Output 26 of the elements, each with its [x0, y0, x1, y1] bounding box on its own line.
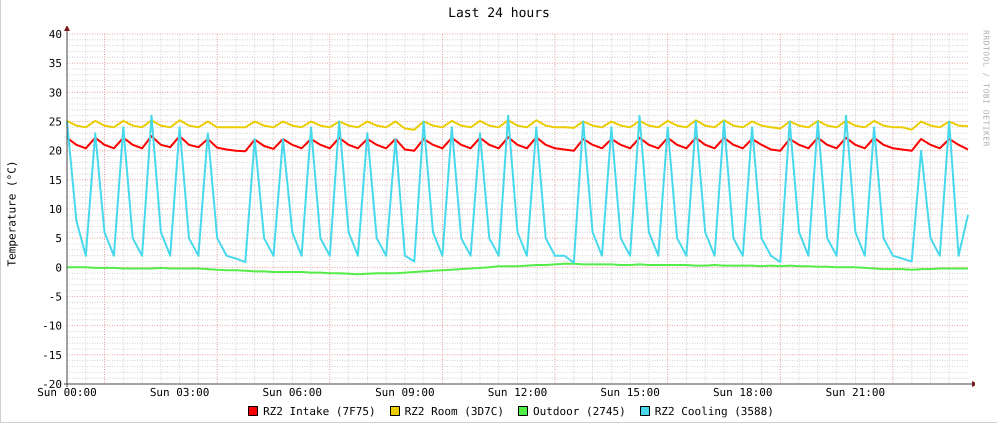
- axis-tick-label: -10: [42, 320, 62, 333]
- axis-tick-label: -5: [48, 290, 62, 304]
- axis-tick-label: Sun 15:00: [600, 386, 660, 399]
- axis-tick-label: -15: [42, 348, 62, 362]
- legend-label: Outdoor (2745): [533, 404, 626, 418]
- axis-tick-label: 10: [48, 203, 62, 216]
- y-axis-label: Temperature (°C): [6, 160, 18, 266]
- credit-text: RRDTOOL / TOBI OETIKER: [982, 30, 990, 147]
- axis-tick-label: 25: [48, 116, 62, 128]
- axis-tick-label: 35: [48, 57, 62, 70]
- axis-tick-label: Sun 21:00: [826, 386, 886, 399]
- axis-tick-label: Sun 06:00: [262, 386, 322, 399]
- axis-tick-label: Sun 18:00: [712, 386, 773, 399]
- legend-label: RZ2 Room (3D7C): [404, 404, 504, 418]
- axis-tick-label: Sun 12:00: [488, 386, 548, 399]
- axis-tick-label: 15: [48, 174, 62, 187]
- axis-tick-label: Sun 03:00: [150, 386, 210, 399]
- axis-tick-label: 0: [55, 261, 62, 274]
- axis-tick-label: 5: [55, 232, 62, 246]
- axis-tick-label: Sun 09:00: [375, 386, 435, 399]
- legend-label: RZ2 Intake (7F75): [263, 404, 376, 418]
- axis-tick-label: 20: [48, 144, 62, 158]
- graph-title: Last 24 hours: [448, 6, 550, 20]
- axis-tick-label: 40: [48, 28, 62, 41]
- legend-label: RZ2 Cooling (3588): [654, 404, 774, 418]
- axis-tick-label: 30: [48, 86, 62, 100]
